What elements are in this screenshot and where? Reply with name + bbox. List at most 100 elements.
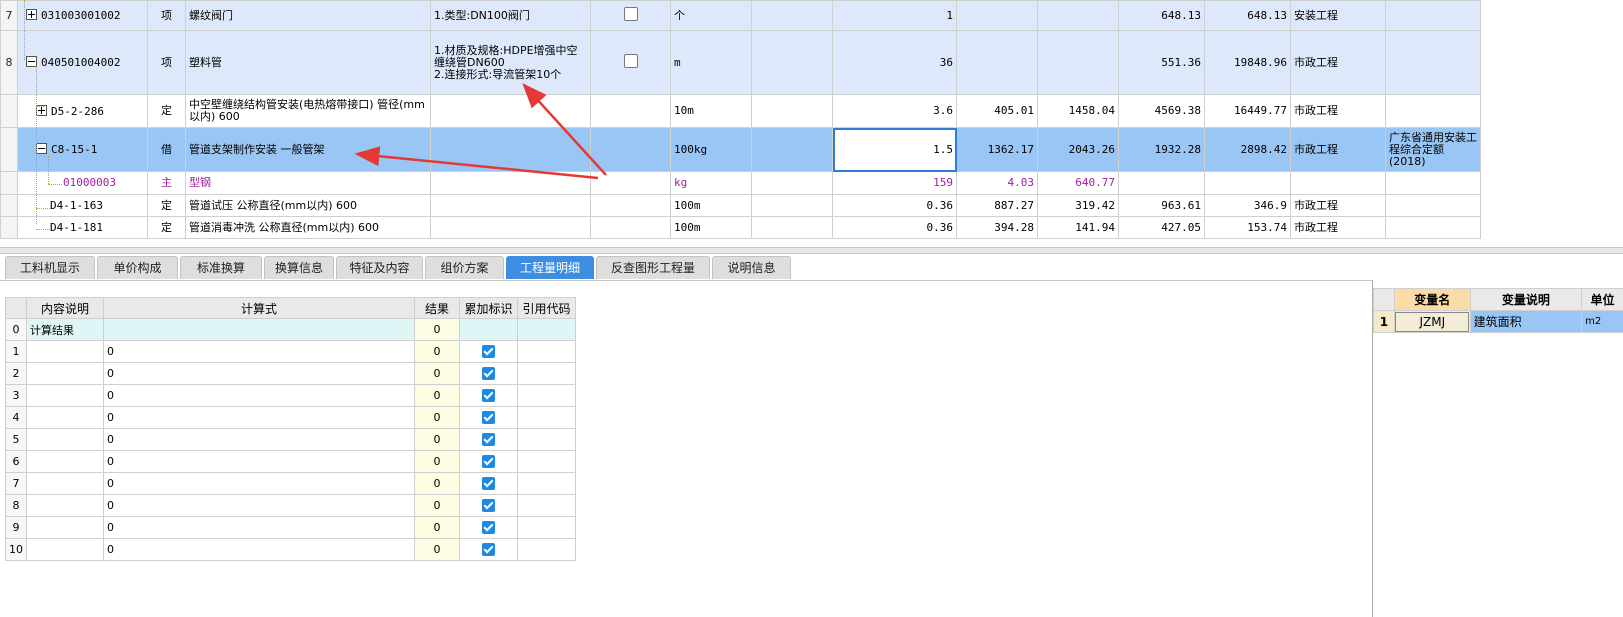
content-desc-cell[interactable]: 计算结果 (26, 318, 104, 341)
checkbox-checked-icon[interactable] (482, 521, 495, 535)
lock-checkbox[interactable] (590, 94, 671, 128)
item-name[interactable]: 螺纹阀门 (185, 0, 431, 31)
variable-row[interactable]: 1 JZMJ 建筑面积 m2 (1373, 310, 1623, 333)
formula-row[interactable]: 4 00 (5, 406, 576, 429)
formula-row[interactable]: 10 0 0 (5, 538, 576, 561)
expression-cell[interactable]: 0 (103, 428, 415, 451)
content-desc-cell[interactable] (26, 362, 104, 385)
checkbox-checked-icon[interactable] (482, 477, 495, 491)
content-desc-cell[interactable] (26, 472, 104, 495)
tab-9[interactable]: 说明信息 (712, 256, 791, 279)
quota-row[interactable]: 01000003 主型钢 kg 159 4.03 640.77 (0, 171, 1481, 195)
formula-row[interactable]: 6 00 (5, 450, 576, 473)
ref-code-cell[interactable] (517, 450, 576, 473)
item-name[interactable]: 塑料管 (185, 30, 431, 95)
item-code[interactable]: 01000003 (17, 171, 148, 195)
ref-code-cell[interactable] (517, 428, 576, 451)
formula-row[interactable]: 3 00 (5, 384, 576, 407)
accumulate-cell[interactable] (459, 516, 518, 539)
collapse-icon[interactable] (36, 143, 47, 154)
content-desc-cell[interactable] (26, 384, 104, 407)
quota-row[interactable]: D4-1-181 定管道消毒冲洗 公称直径(mm以内) 600 100m 0.36 39… (0, 216, 1481, 239)
expression-cell[interactable]: 0 (103, 406, 415, 429)
item-code[interactable]: C8-15-1 (17, 127, 148, 172)
tab-7[interactable]: 工程量明细 (506, 256, 594, 279)
content-desc-cell[interactable] (26, 494, 104, 517)
item-name[interactable]: 管道消毒冲洗 公称直径(mm以内) 600 (185, 216, 431, 239)
expression-cell[interactable] (103, 318, 415, 341)
quantity-cell[interactable]: 0.36 (832, 216, 957, 239)
ref-code-cell[interactable] (517, 340, 576, 363)
quota-row[interactable]: 8 040501004002 项塑料管 1.材质及规格:HDPE增强中空缠绕管DN60… (0, 30, 1481, 95)
expression-cell[interactable]: 0 (103, 516, 415, 539)
formula-row[interactable]: 5 00 (5, 428, 576, 451)
quota-row[interactable]: C8-15-1 借管道支架制作安装 一般管架 100kg 1.5 1362.17 2043… (0, 127, 1481, 172)
checkbox-checked-icon[interactable] (482, 411, 495, 425)
splitter[interactable] (0, 247, 1623, 254)
item-feature[interactable] (430, 216, 591, 239)
lock-checkbox[interactable] (590, 0, 671, 31)
ref-code-cell[interactable] (517, 362, 576, 385)
content-desc-cell[interactable] (26, 516, 104, 539)
tab-3[interactable]: 标准换算 (180, 256, 262, 279)
accumulate-cell[interactable] (459, 318, 518, 341)
item-name[interactable]: 管道支架制作安装 一般管架 (185, 127, 431, 172)
item-feature[interactable]: 1.类型:DN100阀门 (430, 0, 591, 31)
quantity-cell[interactable]: 159 (832, 171, 957, 195)
expression-cell[interactable]: 0 (103, 450, 415, 473)
lock-checkbox[interactable] (590, 216, 671, 239)
accumulate-cell[interactable] (459, 428, 518, 451)
ref-code-cell[interactable] (517, 494, 576, 517)
content-desc-cell[interactable] (26, 538, 104, 561)
lock-checkbox[interactable] (590, 30, 671, 95)
quantity-cell[interactable]: 1.5 (832, 127, 957, 172)
row-checkbox[interactable] (623, 7, 638, 21)
quantity-cell[interactable]: 1 (832, 0, 957, 31)
variable-name[interactable]: JZMJ (1393, 310, 1471, 333)
formula-row[interactable]: 2 00 (5, 362, 576, 385)
content-desc-cell[interactable] (26, 406, 104, 429)
item-code[interactable]: 031003001002 (17, 0, 148, 31)
lock-checkbox[interactable] (590, 127, 671, 172)
tab-2[interactable]: 单价构成 (97, 256, 178, 279)
tab-5[interactable]: 特征及内容 (336, 256, 423, 279)
checkbox-checked-icon[interactable] (482, 389, 495, 403)
accumulate-cell[interactable] (459, 472, 518, 495)
item-feature[interactable] (430, 94, 591, 128)
item-feature[interactable] (430, 194, 591, 217)
item-feature[interactable] (430, 127, 591, 172)
accumulate-cell[interactable] (459, 340, 518, 363)
tab-1[interactable]: 工料机显示 (5, 256, 95, 279)
item-feature[interactable]: 1.材质及规格:HDPE增强中空缠绕管DN600 2.连接形式:导流管架10个 (430, 30, 591, 95)
item-code[interactable]: D4-1-181 (17, 216, 148, 239)
checkbox-checked-icon[interactable] (482, 499, 495, 513)
accumulate-cell[interactable] (459, 450, 518, 473)
item-name[interactable]: 中空壁缠绕结构管安装(电热熔带接口) 管径(mm以内) 600 (185, 94, 431, 128)
quantity-cell[interactable]: 3.6 (832, 94, 957, 128)
item-code[interactable]: D4-1-163 (17, 194, 148, 217)
item-feature[interactable] (430, 171, 591, 195)
expression-cell[interactable]: 0 (103, 472, 415, 495)
item-name[interactable]: 管道试压 公称直径(mm以内) 600 (185, 194, 431, 217)
accumulate-cell[interactable] (459, 406, 518, 429)
ref-code-cell[interactable] (517, 318, 576, 341)
tab-4[interactable]: 换算信息 (264, 256, 334, 279)
content-desc-cell[interactable] (26, 428, 104, 451)
content-desc-cell[interactable] (26, 450, 104, 473)
checkbox-checked-icon[interactable] (482, 367, 495, 381)
expression-cell[interactable]: 0 (103, 494, 415, 517)
formula-row[interactable]: 1 00 (5, 340, 576, 363)
accumulate-cell[interactable] (459, 494, 518, 517)
expression-cell[interactable]: 0 (103, 384, 415, 407)
item-code[interactable]: 040501004002 (17, 30, 148, 95)
quantity-cell[interactable]: 36 (832, 30, 957, 95)
ref-code-cell[interactable] (517, 472, 576, 495)
ref-code-cell[interactable] (517, 384, 576, 407)
lock-checkbox[interactable] (590, 194, 671, 217)
formula-row[interactable]: 7 00 (5, 472, 576, 495)
quota-row[interactable]: D5-2-286 定中空壁缠绕结构管安装(电热熔带接口) 管径(mm以内) 600… (0, 94, 1481, 128)
content-desc-cell[interactable] (26, 340, 104, 363)
lock-checkbox[interactable] (590, 171, 671, 195)
ref-code-cell[interactable] (517, 538, 576, 561)
formula-row[interactable]: 0 计算结果 0 (5, 318, 576, 341)
